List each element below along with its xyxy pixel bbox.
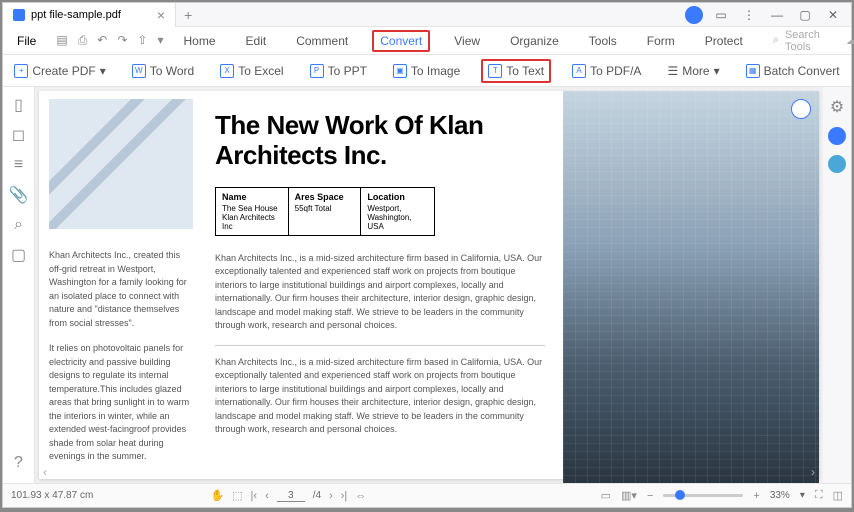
bookmark-icon[interactable]: ◻ xyxy=(11,127,27,143)
undo-icon[interactable]: ↶ xyxy=(97,33,107,48)
first-page-button[interactable]: |‹ xyxy=(251,490,258,502)
page-number-input[interactable]: 3 xyxy=(277,490,305,502)
plus-icon: + xyxy=(14,64,28,78)
tab-home[interactable]: Home xyxy=(178,30,222,52)
to-pdfa-button[interactable]: A To PDF/A xyxy=(567,61,646,81)
minimize-button[interactable]: — xyxy=(767,5,787,25)
left-paragraph-1: Khan Architects Inc., created this off-g… xyxy=(49,249,193,330)
close-tab-icon[interactable]: × xyxy=(157,7,165,23)
tab-convert[interactable]: Convert xyxy=(372,30,430,52)
last-page-button[interactable]: ›| xyxy=(341,490,348,502)
search-icon: ⌕ xyxy=(773,34,779,47)
word-icon: W xyxy=(132,64,146,78)
layout-icon[interactable]: ▥▾ xyxy=(621,489,637,502)
to-excel-button[interactable]: X To Excel xyxy=(215,61,288,81)
tab-comment[interactable]: Comment xyxy=(290,30,354,52)
batch-convert-button[interactable]: ▦ Batch Convert xyxy=(741,61,845,81)
page-dimensions: 101.93 x 47.87 cm xyxy=(11,490,93,501)
create-pdf-button[interactable]: + Create PDF▾ xyxy=(9,61,110,81)
building-image-right xyxy=(563,91,819,483)
document-tab[interactable]: ppt file-sample.pdf × xyxy=(3,3,176,27)
zoom-out-button[interactable]: − xyxy=(647,490,653,502)
pager-right-icon[interactable]: › xyxy=(811,465,815,479)
divider xyxy=(215,345,545,346)
right-rail: ⚙ xyxy=(823,87,851,483)
new-tab-button[interactable]: + xyxy=(176,7,200,23)
hand-tool-icon[interactable]: ✋ xyxy=(210,489,224,502)
to-ppt-button[interactable]: P To PPT xyxy=(305,61,372,81)
batch-icon: ▦ xyxy=(746,64,760,78)
box-icon[interactable]: ▢ xyxy=(11,247,27,263)
tab-view[interactable]: View xyxy=(448,30,486,52)
next-page-button[interactable]: › xyxy=(329,490,333,502)
titlebar: ppt file-sample.pdf × + ▭ ⋮ — ▢ ✕ xyxy=(3,3,851,27)
pdf-icon xyxy=(13,9,25,21)
tab-edit[interactable]: Edit xyxy=(240,30,273,52)
text-icon: T xyxy=(488,64,502,78)
menubar: File ▤ ⎙ ↶ ↷ ⇧ ▾ Home Edit Comment Conve… xyxy=(3,27,851,55)
select-tool-icon[interactable]: ⬚ xyxy=(232,489,242,502)
file-menu[interactable]: File xyxy=(11,34,42,48)
more-button[interactable]: ☰ More▾ xyxy=(662,61,724,81)
prev-page-button[interactable]: ‹ xyxy=(265,490,269,502)
tab-title: ppt file-sample.pdf xyxy=(31,9,121,21)
search-input[interactable]: Search Tools xyxy=(785,29,820,53)
share-icon[interactable]: ⇧ xyxy=(137,33,147,48)
thumbnails-icon[interactable]: ▯ xyxy=(11,97,27,113)
kebab-icon[interactable]: ⋮ xyxy=(739,5,759,25)
more-icon: ☰ xyxy=(667,64,678,78)
ppt-icon: P xyxy=(310,64,324,78)
tab-tools[interactable]: Tools xyxy=(583,30,623,52)
notes-icon[interactable]: ▭ xyxy=(711,5,731,25)
tab-organize[interactable]: Organize xyxy=(504,30,565,52)
page-action-badge[interactable] xyxy=(791,99,811,119)
zoom-percent: 33% xyxy=(770,490,790,501)
image-icon: ▣ xyxy=(393,64,407,78)
document-headline: The New Work Of Klan Architects Inc. xyxy=(215,111,545,171)
ai-tool-icon[interactable] xyxy=(828,127,846,145)
to-word-button[interactable]: W To Word xyxy=(127,61,199,81)
mid-paragraph-1: Khan Architects Inc., is a mid-sized arc… xyxy=(215,252,545,333)
statusbar: 101.93 x 47.87 cm ✋ ⬚ |‹ ‹ 3 /4 › ›| ⇔ ▭… xyxy=(3,483,851,507)
attachment-icon[interactable]: 📎 xyxy=(11,187,27,203)
search-panel-icon[interactable]: ⌕ xyxy=(11,217,27,233)
print-icon[interactable]: ⎙ xyxy=(78,33,88,48)
pager-left-icon[interactable]: ‹ xyxy=(43,465,47,479)
dropdown-icon[interactable]: ▾ xyxy=(157,33,163,48)
to-image-button[interactable]: ▣ To Image xyxy=(388,61,465,81)
page-viewport: Khan Architects Inc., created this off-g… xyxy=(35,87,823,483)
close-window-button[interactable]: ✕ xyxy=(823,5,843,25)
fit-width-icon[interactable]: ⇔ xyxy=(355,490,366,502)
save-icon[interactable]: ▤ xyxy=(56,33,67,48)
building-image-left xyxy=(49,99,193,229)
help-icon[interactable]: ? xyxy=(11,455,27,471)
settings-icon[interactable]: ⚙ xyxy=(830,97,844,117)
left-paragraph-2: It relies on photovoltaic panels for ele… xyxy=(49,342,193,464)
pdfa-icon: A xyxy=(572,64,586,78)
layers-icon[interactable]: ≡ xyxy=(11,157,27,173)
info-table: Name The Sea House Klan Architects Inc A… xyxy=(215,187,435,236)
page-total: /4 xyxy=(313,490,321,501)
tab-form[interactable]: Form xyxy=(641,30,681,52)
translate-icon[interactable] xyxy=(828,155,846,173)
zoom-slider[interactable] xyxy=(663,494,743,497)
maximize-button[interactable]: ▢ xyxy=(795,5,815,25)
document-page: Khan Architects Inc., created this off-g… xyxy=(39,91,819,479)
excel-icon: X xyxy=(220,64,234,78)
tab-protect[interactable]: Protect xyxy=(699,30,749,52)
to-text-button[interactable]: T To Text xyxy=(481,59,551,83)
zoom-in-button[interactable]: + xyxy=(753,490,759,502)
redo-icon[interactable]: ↷ xyxy=(117,33,127,48)
view-mode-icon[interactable]: ▭ xyxy=(601,489,611,502)
user-avatar[interactable] xyxy=(685,6,703,24)
cloud-icon[interactable]: ☁ xyxy=(846,34,854,47)
mid-paragraph-2: Khan Architects Inc., is a mid-sized arc… xyxy=(215,356,545,437)
ribbon: + Create PDF▾ W To Word X To Excel P To … xyxy=(3,55,851,87)
fit-page-icon[interactable]: ⛶ xyxy=(815,489,823,502)
left-sidebar: ▯ ◻ ≡ 📎 ⌕ ▢ ? xyxy=(3,87,35,483)
reading-mode-icon[interactable]: ◫ xyxy=(833,489,843,502)
